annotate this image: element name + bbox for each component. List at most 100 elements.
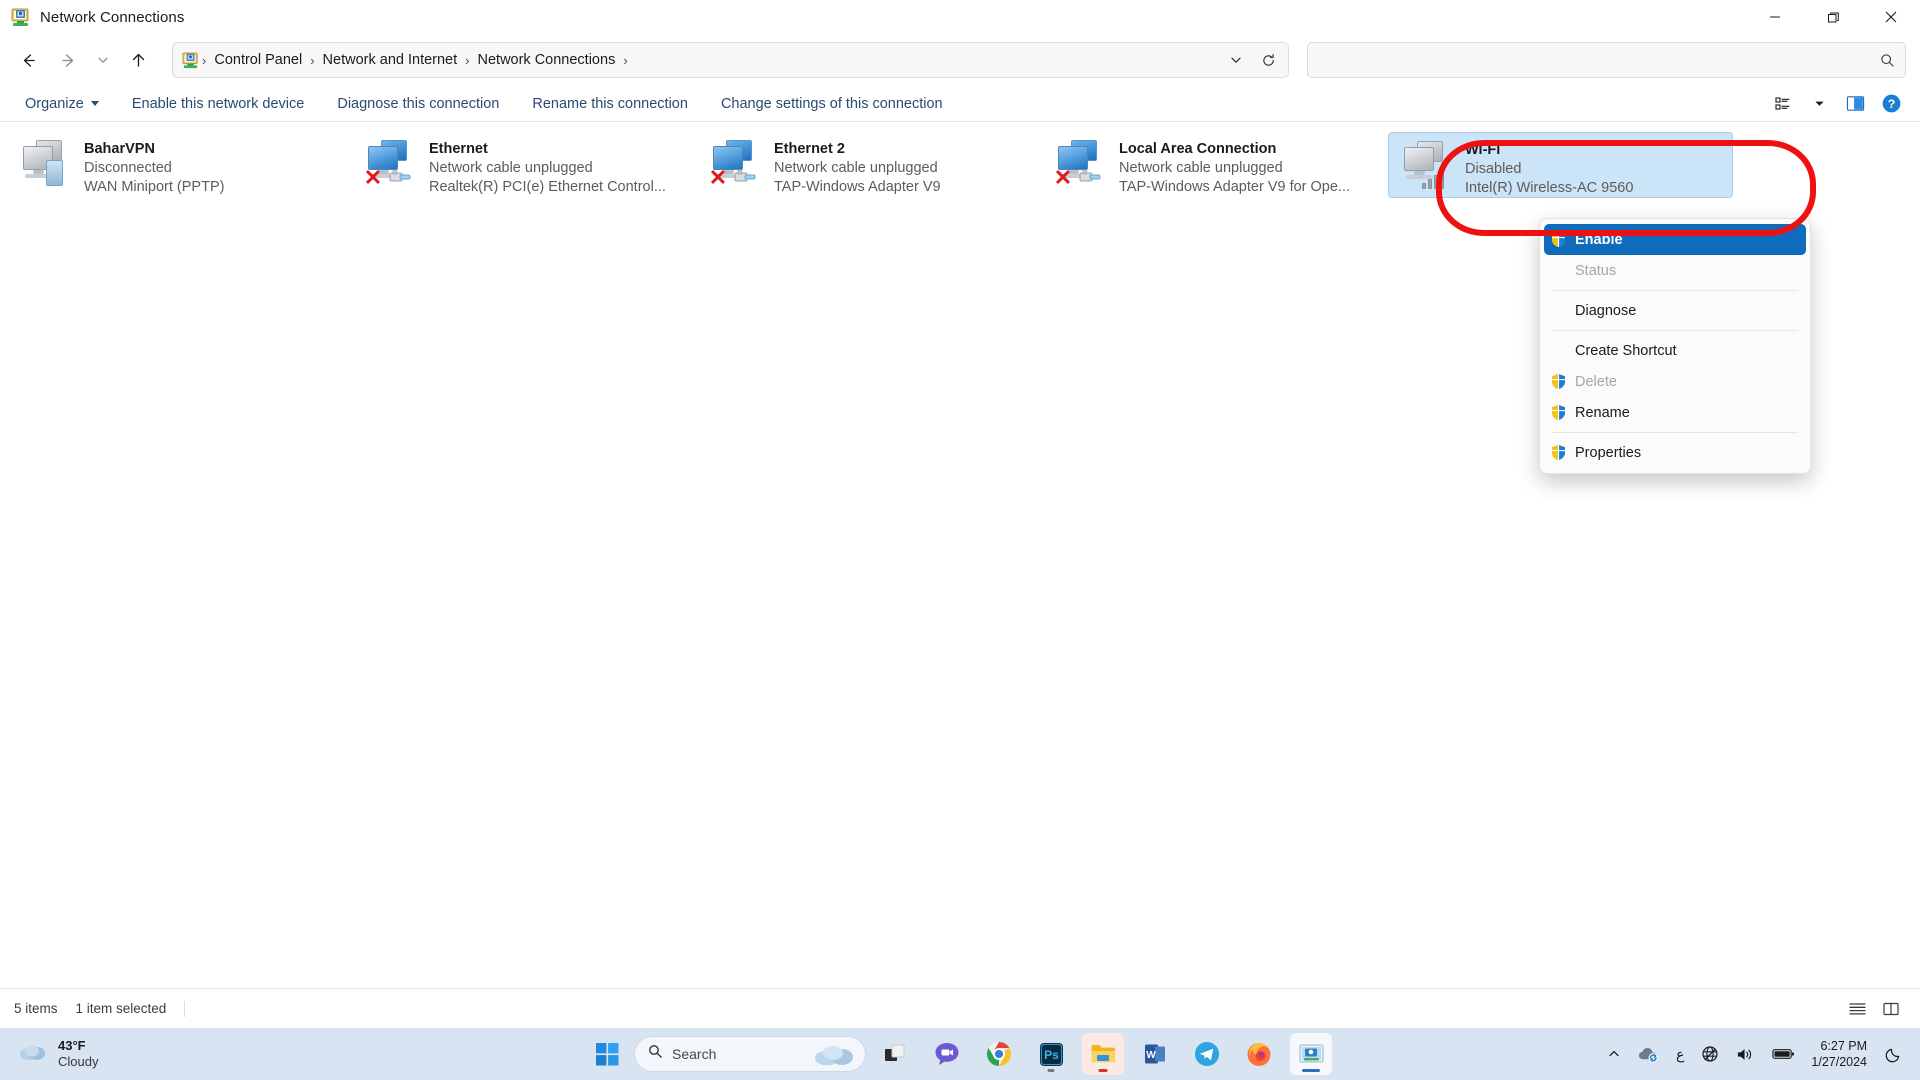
adapter-icon-blue: ✕ — [706, 138, 768, 194]
context-menu-icon-placeholder — [1550, 302, 1567, 319]
weather-temperature: 43°F — [58, 1038, 86, 1053]
context-menu[interactable]: Enable Status Diagnose Create Shortcut D… — [1539, 218, 1811, 474]
recent-locations-button[interactable] — [88, 42, 118, 78]
view-options-chevron-down-icon[interactable] — [1802, 89, 1836, 119]
breadcrumb-control-panel[interactable]: Control Panel — [207, 48, 309, 72]
svg-text:Ps: Ps — [1044, 1048, 1059, 1062]
refresh-icon[interactable] — [1252, 45, 1284, 75]
address-bar-icon — [182, 51, 199, 69]
connection-device: TAP-Windows Adapter V9 — [774, 179, 941, 195]
chevron-down-icon — [90, 101, 99, 106]
connection-name: Ethernet — [429, 141, 488, 157]
context-menu-item-create-shortcut[interactable]: Create Shortcut — [1544, 335, 1806, 366]
up-button[interactable] — [118, 42, 158, 78]
status-bar: 5 items 1 item selected — [0, 988, 1920, 1028]
ime-language-indicator[interactable]: ع — [1669, 1034, 1691, 1074]
taskbar-clock[interactable]: 6:27 PM 1/27/2024 — [1805, 1038, 1875, 1070]
taskbar-app-chat[interactable] — [926, 1033, 968, 1075]
title-bar-left: Network Connections — [0, 8, 184, 27]
taskbar-app-mozilla-firefox[interactable] — [1238, 1033, 1280, 1075]
connections-tile-grid: BaharVPN Disconnected WAN Miniport (PPTP… — [0, 122, 1920, 198]
taskbar-search-box[interactable]: Search — [634, 1036, 866, 1072]
context-menu-item-enable[interactable]: Enable — [1544, 224, 1806, 255]
selection-count-label: 1 item selected — [75, 1001, 167, 1016]
connection-status: Network cable unplugged — [1119, 160, 1283, 176]
onedrive-sync-icon[interactable] — [1631, 1034, 1666, 1074]
connection-tile-wi-fi[interactable]: Wi-Fi Disabled Intel(R) Wireless-AC 9560 — [1388, 132, 1733, 198]
search-input[interactable] — [1320, 52, 1880, 68]
forward-button[interactable] — [48, 42, 88, 78]
taskbar-app-telegram[interactable] — [1186, 1033, 1228, 1075]
taskbar-app-file-explorer[interactable] — [1082, 1033, 1124, 1075]
back-button[interactable] — [8, 42, 48, 78]
breadcrumb-separator-2: › — [465, 52, 470, 68]
diagnose-connection-button[interactable]: Diagnose this connection — [326, 91, 510, 117]
network-connections-icon — [11, 8, 30, 27]
chevron-down-icon[interactable] — [1220, 45, 1252, 75]
command-bar-right: ? — [1766, 89, 1908, 119]
taskbar-search-label: Search — [672, 1046, 717, 1062]
taskbar-app-microsoft-word[interactable]: W — [1134, 1033, 1176, 1075]
search-box[interactable] — [1307, 42, 1906, 78]
chevron-up-icon[interactable] — [1600, 1034, 1628, 1074]
rename-connection-button[interactable]: Rename this connection — [521, 91, 699, 117]
status-bar-divider — [184, 1000, 186, 1017]
svg-text:?: ? — [1887, 97, 1895, 111]
context-menu-item-diagnose[interactable]: Diagnose — [1544, 295, 1806, 326]
uac-shield-icon — [1550, 231, 1567, 248]
network-disconnected-icon[interactable] — [1694, 1034, 1726, 1074]
context-menu-icon-placeholder — [1550, 262, 1567, 279]
connection-text: Ethernet 2 Network cable unplugged TAP-W… — [768, 138, 941, 197]
details-view-icon[interactable] — [1842, 996, 1872, 1022]
connection-status: Disabled — [1465, 161, 1522, 177]
item-count-label: 5 items — [14, 1001, 58, 1016]
connection-tile-local-area-connection[interactable]: ✕ Local Area Connection Network cable un… — [1043, 132, 1388, 198]
connection-tile-ethernet[interactable]: ✕ Ethernet Network cable unplugged Realt… — [353, 132, 698, 198]
maximize-button[interactable] — [1804, 0, 1862, 34]
address-bar[interactable]: › Control Panel › Network and Internet ›… — [172, 42, 1289, 78]
context-menu-label: Status — [1575, 262, 1617, 279]
help-icon[interactable]: ? — [1874, 89, 1908, 119]
view-options-icon[interactable] — [1766, 89, 1800, 119]
connection-tile-baharvpn[interactable]: BaharVPN Disconnected WAN Miniport (PPTP… — [8, 132, 353, 198]
start-button[interactable] — [586, 1033, 628, 1075]
weather-widget[interactable]: 43°F Cloudy — [0, 1032, 98, 1076]
breadcrumb-separator-1: › — [310, 52, 315, 68]
connection-name: Wi-Fi — [1465, 142, 1501, 158]
clock-time: 6:27 PM — [1820, 1039, 1867, 1053]
context-menu-item-properties[interactable]: Properties — [1544, 437, 1806, 468]
connection-text: Wi-Fi Disabled Intel(R) Wireless-AC 9560 — [1459, 139, 1633, 198]
adapter-icon-grey — [16, 138, 78, 194]
preview-pane-icon[interactable] — [1838, 89, 1872, 119]
breadcrumb-network-connections[interactable]: Network Connections — [471, 48, 623, 72]
connection-name: Local Area Connection — [1119, 141, 1277, 157]
context-menu-label: Diagnose — [1575, 302, 1637, 319]
window-controls — [1746, 0, 1920, 34]
taskbar-app-adobe-photoshop[interactable]: Ps — [1030, 1033, 1072, 1075]
adapter-icon-grey — [1397, 139, 1459, 195]
tiles-view-icon[interactable] — [1876, 996, 1906, 1022]
context-menu-item-status: Status — [1544, 255, 1806, 286]
context-menu-item-rename[interactable]: Rename — [1544, 397, 1806, 428]
taskbar-app-google-chrome[interactable] — [978, 1033, 1020, 1075]
connection-device: Intel(R) Wireless-AC 9560 — [1465, 180, 1634, 196]
battery-icon[interactable] — [1765, 1034, 1802, 1074]
minimize-button[interactable] — [1746, 0, 1804, 34]
connection-name: BaharVPN — [84, 141, 155, 157]
connection-tile-ethernet-2[interactable]: ✕ Ethernet 2 Network cable unplugged TAP… — [698, 132, 1043, 198]
enable-network-device-button[interactable]: Enable this network device — [121, 91, 316, 117]
taskbar-app-task-view[interactable] — [874, 1033, 916, 1075]
app-active-indicator — [1098, 1069, 1108, 1072]
breadcrumb-network-and-internet[interactable]: Network and Internet — [316, 48, 465, 72]
unplugged-cable-icon — [1077, 166, 1105, 186]
change-settings-button[interactable]: Change settings of this connection — [710, 91, 954, 117]
svg-text:W: W — [1146, 1050, 1156, 1061]
close-button[interactable] — [1862, 0, 1920, 34]
organize-button[interactable]: Organize — [14, 91, 110, 117]
context-menu-label: Create Shortcut — [1575, 342, 1677, 359]
speaker-icon[interactable] — [1729, 1034, 1762, 1074]
command-bar: Organize Enable this network device Diag… — [0, 86, 1920, 122]
taskbar-app-network-connections[interactable] — [1290, 1033, 1332, 1075]
moon-icon[interactable] — [1878, 1034, 1910, 1074]
organize-label: Organize — [25, 95, 84, 112]
